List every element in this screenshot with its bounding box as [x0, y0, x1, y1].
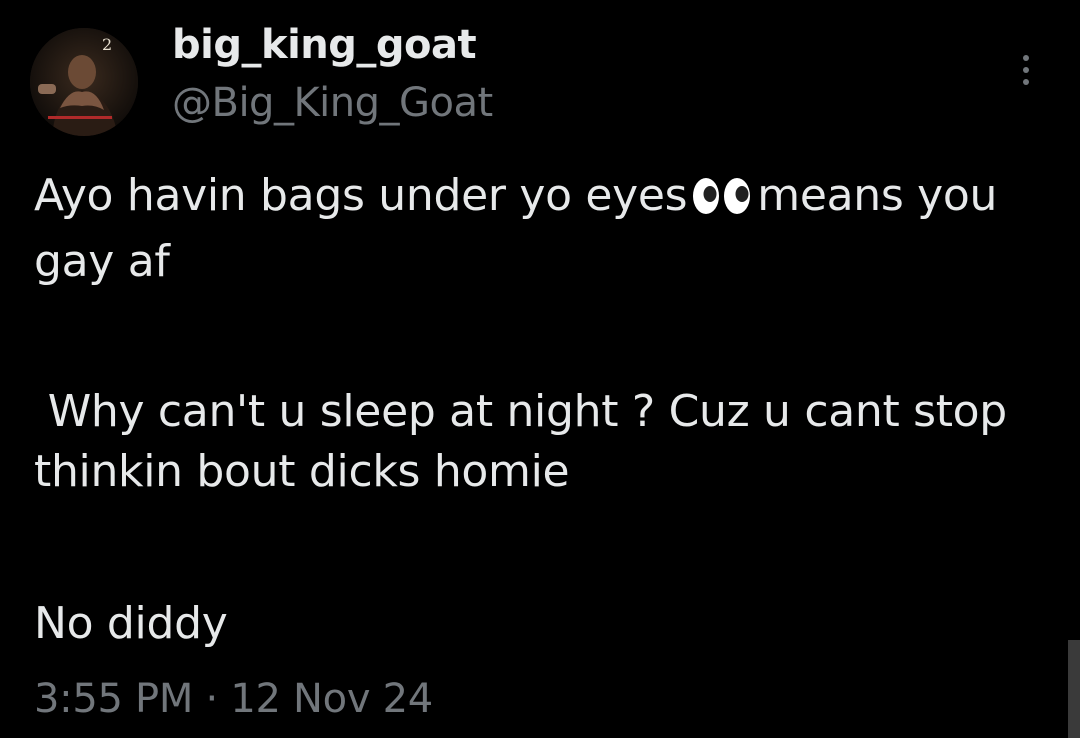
- eyes-icon: [691, 172, 753, 232]
- user-handle[interactable]: @Big_King_Goat: [172, 80, 493, 126]
- more-dot-icon: [1023, 55, 1029, 61]
- scrollbar[interactable]: [1068, 640, 1080, 738]
- tweet-time[interactable]: 3:55 PM: [34, 676, 193, 722]
- tweet-text-part: Ayo havin bags under yo eyes: [34, 170, 688, 221]
- tweet-paragraph-3: No diddy: [34, 598, 228, 649]
- svg-text:2: 2: [102, 35, 112, 54]
- display-name[interactable]: big_king_goat: [172, 22, 477, 68]
- avatar[interactable]: 2: [30, 28, 138, 136]
- timestamp-separator: ·: [205, 676, 219, 722]
- tweet-date[interactable]: 12 Nov 24: [230, 676, 433, 722]
- tweet-text: Ayo havin bags under yo eyes means you g…: [34, 166, 1044, 654]
- tweet-paragraph-2: Why can't u sleep at night ? Cuz u cant …: [34, 386, 1021, 497]
- more-dot-icon: [1023, 67, 1029, 73]
- tweet-paragraph-1: Ayo havin bags under yo eyes means you g…: [34, 166, 1044, 292]
- tweet-timestamp[interactable]: 3:55 PM · 12 Nov 24: [34, 676, 433, 722]
- more-dot-icon: [1023, 79, 1029, 85]
- more-options-button[interactable]: [1008, 50, 1044, 90]
